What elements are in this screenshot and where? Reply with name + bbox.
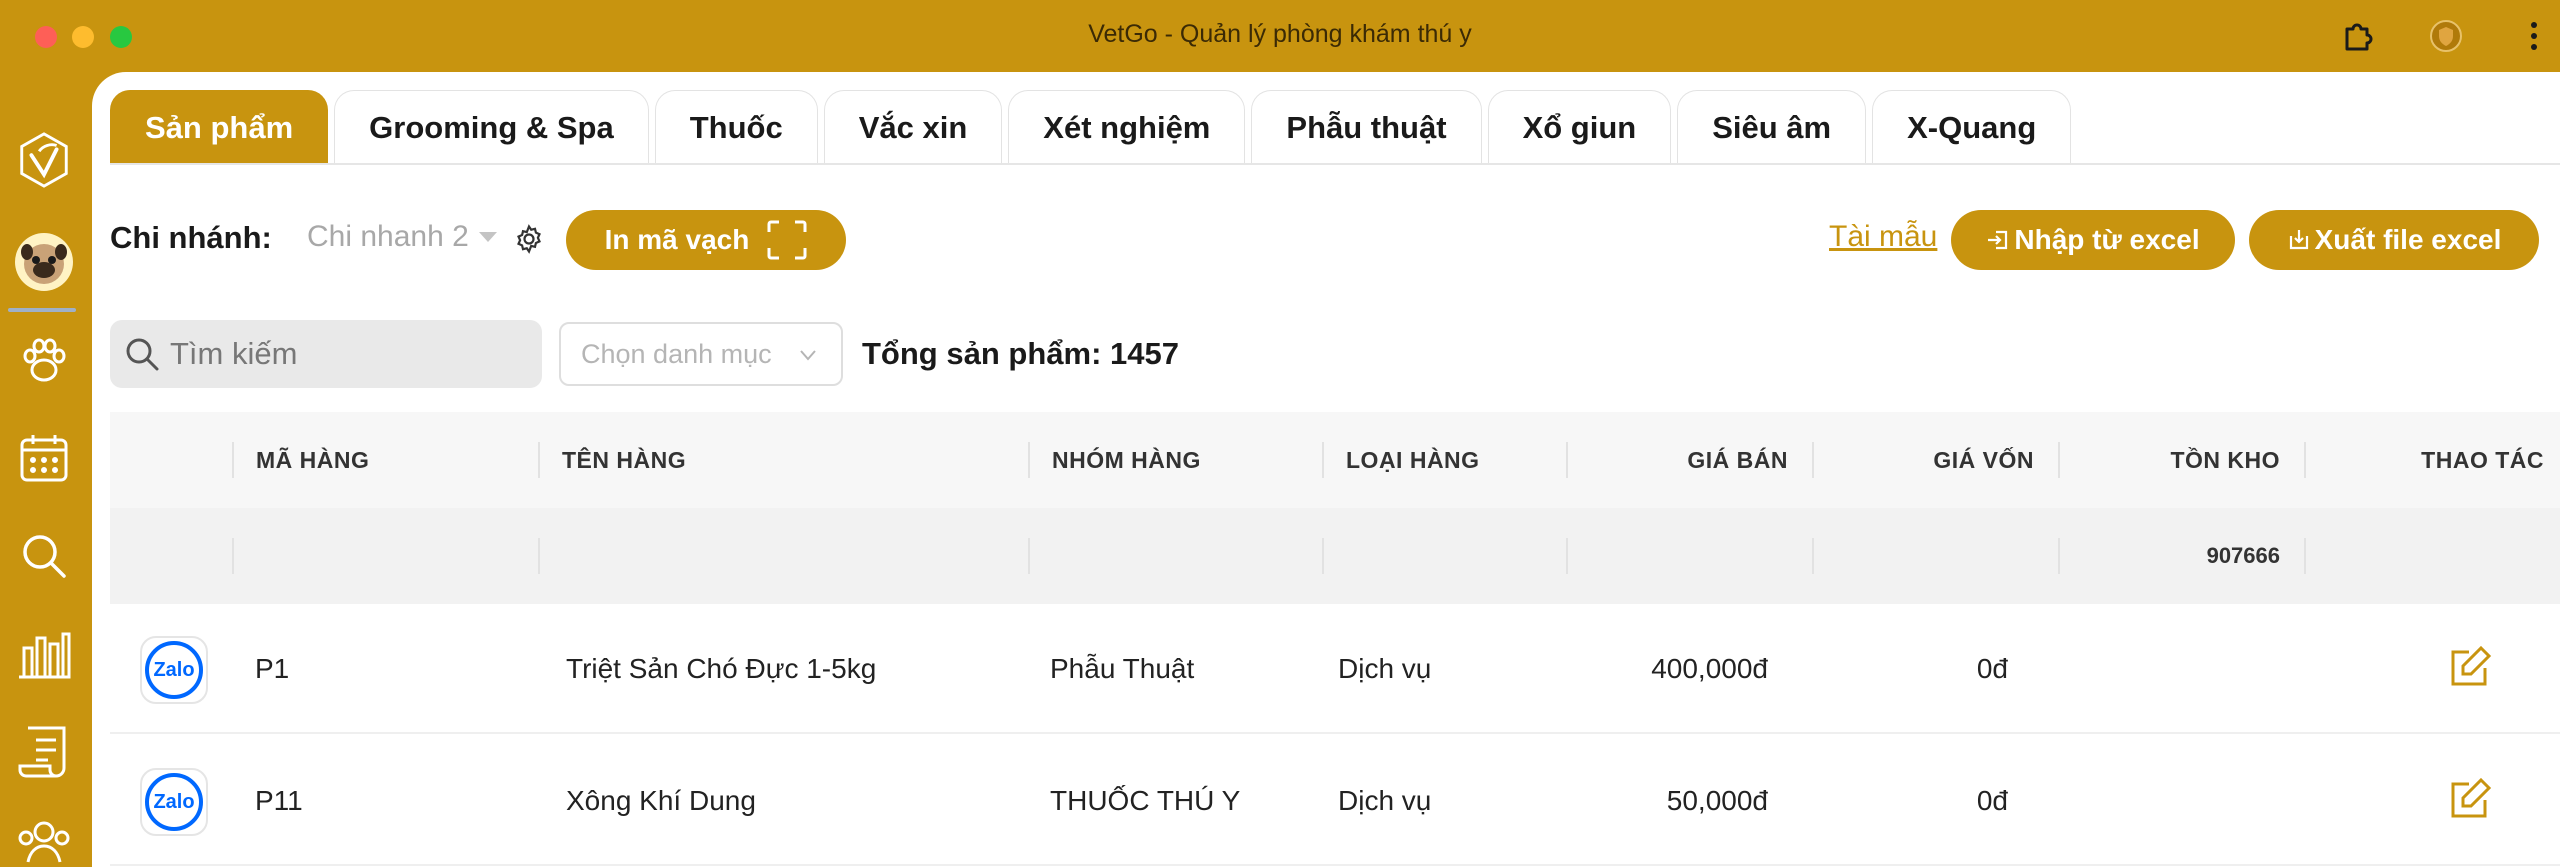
tab-x-quang[interactable]: X-Quang xyxy=(1872,90,2072,164)
export-excel-label: Xuất file excel xyxy=(2314,224,2502,255)
export-excel-button[interactable]: Xuất file excel xyxy=(2249,210,2539,270)
cell-cost: 0đ xyxy=(1976,785,2008,816)
calendar-icon[interactable] xyxy=(14,428,74,488)
category-placeholder: Chọn danh mục xyxy=(581,338,772,369)
caret-down-icon xyxy=(478,232,497,242)
header-code[interactable]: MÃ HÀNG xyxy=(256,412,369,508)
cell-price: 50,000đ xyxy=(1666,785,1768,816)
zalo-logo-icon: Zalo xyxy=(140,636,208,704)
cell-group: THUỐC THÚ Y xyxy=(1050,785,1241,816)
summary-stock: 907666 xyxy=(2206,543,2280,568)
cell-stock xyxy=(2082,604,2280,734)
download-icon xyxy=(2289,230,2308,250)
sidebar xyxy=(0,72,92,867)
cell-code: P11 xyxy=(255,785,303,816)
cell-price: 400,000đ xyxy=(1651,653,1768,684)
title-bar: VetGo - Quản lý phòng khám thú y xyxy=(0,0,2560,72)
bar-chart-icon[interactable] xyxy=(14,624,74,684)
tab-san-pham[interactable]: Sản phẩm xyxy=(110,90,329,164)
cell-code: P1 xyxy=(255,653,290,684)
header-price[interactable]: GIÁ BÁN xyxy=(1590,412,1788,508)
search-icon xyxy=(126,338,159,371)
extensions-icon[interactable] xyxy=(2340,18,2376,54)
avatar[interactable] xyxy=(14,232,74,292)
document-icon[interactable] xyxy=(14,722,74,782)
vetgo-logo-icon[interactable] xyxy=(14,130,74,190)
profile-shield-icon[interactable] xyxy=(2428,18,2464,54)
branch-label: Chi nhánh: xyxy=(110,220,272,255)
tab-sieu-am[interactable]: Siêu âm xyxy=(1677,90,1867,164)
cell-name: Xông Khí Dung xyxy=(566,785,756,816)
zalo-logo-icon: Zalo xyxy=(140,768,208,836)
category-tabs: Sản phẩm Grooming & Spa Thuốc Vắc xin Xé… xyxy=(110,90,2077,164)
table-row[interactable]: Zalo P1 Triệt Sản Chó Đực 1-5kg Phẫu Thu… xyxy=(110,604,2560,734)
template-download-link[interactable]: Tài mẫu xyxy=(1829,220,1937,254)
header-group[interactable]: NHÓM HÀNG xyxy=(1052,412,1201,508)
table-row[interactable]: Zalo P11 Xông Khí Dung THUỐC THÚ Y Dịch … xyxy=(110,736,2560,866)
chevron-down-icon xyxy=(800,350,816,361)
paw-icon[interactable] xyxy=(14,330,74,390)
gear-icon[interactable] xyxy=(514,224,544,254)
header-cost[interactable]: GIÁ VỐN xyxy=(1836,412,2034,508)
tab-vac-xin[interactable]: Vắc xin xyxy=(823,90,1003,164)
cell-type: Dịch vụ xyxy=(1338,653,1432,684)
import-excel-button[interactable]: Nhập từ excel xyxy=(1951,210,2235,270)
search-placeholder: Tìm kiếm xyxy=(170,336,298,371)
table-header: MÃ HÀNG TÊN HÀNG NHÓM HÀNG LOẠI HÀNG GIÁ… xyxy=(110,412,2560,508)
sidebar-separator xyxy=(8,308,76,312)
branch-select[interactable]: Chi nhanh 2 xyxy=(307,220,497,254)
tab-xet-nghiem[interactable]: Xét nghiệm xyxy=(1008,90,1246,164)
users-icon[interactable] xyxy=(14,814,74,867)
print-barcode-label: In mã vạch xyxy=(604,224,750,255)
cell-type: Dịch vụ xyxy=(1338,785,1432,816)
header-type[interactable]: LOẠI HÀNG xyxy=(1346,412,1480,508)
tab-grooming-spa[interactable]: Grooming & Spa xyxy=(334,90,649,164)
more-menu-icon[interactable] xyxy=(2516,18,2552,54)
print-barcode-button[interactable]: In mã vạch xyxy=(566,210,846,270)
edit-icon[interactable] xyxy=(2445,644,2493,692)
search-icon[interactable] xyxy=(14,526,74,586)
table-summary-row: 907666 xyxy=(110,508,2560,604)
cell-cost: 0đ xyxy=(1976,653,2008,684)
branch-select-value: Chi nhanh 2 xyxy=(307,220,469,253)
header-actions: THAO TÁC xyxy=(2421,446,2544,473)
search-input[interactable]: Tìm kiếm xyxy=(110,320,542,388)
tab-thuoc[interactable]: Thuốc xyxy=(654,90,818,164)
scan-frame-icon xyxy=(767,220,807,260)
window-title: VetGo - Quản lý phòng khám thú y xyxy=(1088,20,1472,48)
import-excel-label: Nhập từ excel xyxy=(2014,224,2200,255)
main-panel: Sản phẩm Grooming & Spa Thuốc Vắc xin Xé… xyxy=(92,72,2560,867)
import-icon xyxy=(1988,230,2008,250)
header-name[interactable]: TÊN HÀNG xyxy=(562,412,686,508)
category-select[interactable]: Chọn danh mục xyxy=(559,322,843,386)
total-products: Tổng sản phẩm: 1457 xyxy=(862,336,1179,371)
cell-name: Triệt Sản Chó Đực 1-5kg xyxy=(566,653,877,684)
cell-stock xyxy=(2082,736,2280,866)
tab-underline xyxy=(110,163,2560,165)
header-stock[interactable]: TỒN KHO xyxy=(2082,412,2280,508)
tab-phau-thuat[interactable]: Phẫu thuật xyxy=(1251,90,1482,164)
edit-icon[interactable] xyxy=(2445,776,2493,824)
cell-group: Phẫu Thuật xyxy=(1050,653,1195,684)
tab-xo-giun[interactable]: Xổ giun xyxy=(1487,90,1672,164)
